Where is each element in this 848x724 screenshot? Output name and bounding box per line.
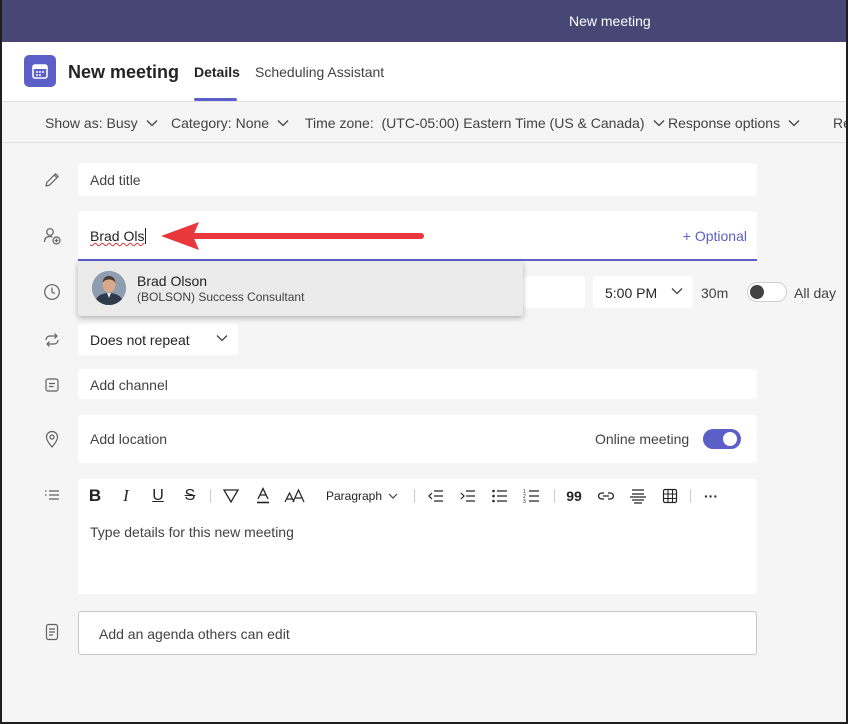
repeat-icon: [42, 330, 62, 350]
online-meeting-toggle[interactable]: [703, 429, 741, 449]
tab-scheduling-assistant[interactable]: Scheduling Assistant: [255, 64, 384, 80]
highlight-icon[interactable]: [221, 485, 241, 507]
agenda-icon: [42, 622, 62, 642]
repeat-dropdown[interactable]: Does not repeat: [78, 324, 238, 355]
annotation-arrow: [161, 222, 424, 250]
title-bar: New meeting: [2, 0, 846, 42]
response-options-dropdown[interactable]: Response options: [668, 115, 800, 131]
end-date-field[interactable]: [523, 276, 585, 308]
truncated-option[interactable]: Re: [833, 115, 846, 131]
avatar: [92, 271, 126, 305]
attendee-suggestion[interactable]: Brad Olson (BOLSON) Success Consultant: [78, 261, 523, 316]
chevron-down-icon: [277, 120, 289, 127]
toolbar-divider: [414, 489, 415, 503]
title-input[interactable]: Add title: [78, 163, 757, 196]
link-icon[interactable]: [596, 485, 616, 507]
editor-toolbar: B I U S Paragraph 1 2 3 99 ···: [78, 479, 757, 513]
bold-button[interactable]: B: [86, 485, 104, 507]
page-title: New meeting: [68, 62, 180, 82]
all-day-toggle[interactable]: [747, 282, 787, 302]
agenda-input[interactable]: Add an agenda others can edit: [78, 611, 757, 655]
underline-button[interactable]: U: [149, 485, 167, 507]
channel-icon: [42, 375, 62, 395]
location-placeholder: Add location: [90, 431, 168, 447]
optional-attendees-link[interactable]: + Optional: [683, 228, 747, 244]
text-caret: [145, 228, 147, 244]
calendar-icon: [24, 55, 56, 87]
font-color-icon[interactable]: [253, 485, 273, 507]
chevron-down-icon: [788, 120, 800, 127]
window-title: New meeting: [569, 13, 651, 29]
attendee-value: Brad Ols: [90, 228, 147, 244]
paragraph-style-label: Paragraph: [325, 489, 383, 503]
meeting-window: New meeting New meeting Details Scheduli…: [0, 0, 848, 724]
duration-label: 30m: [701, 285, 729, 301]
details-placeholder: Type details for this new meeting: [90, 524, 294, 540]
agenda-placeholder: Add an agenda others can edit: [99, 626, 290, 642]
numbered-list-icon[interactable]: 123: [522, 485, 542, 507]
title-placeholder: Add title: [90, 172, 141, 188]
italic-button[interactable]: I: [117, 485, 135, 507]
toggle-knob: [723, 432, 737, 446]
decrease-indent-icon[interactable]: [426, 485, 446, 507]
more-options-button[interactable]: ···: [700, 485, 722, 507]
suggestion-name: Brad Olson: [137, 273, 208, 289]
location-icon: [42, 429, 62, 449]
end-time-dropdown[interactable]: 5:00 PM: [593, 276, 693, 308]
category-label: Category: None: [171, 115, 270, 131]
details-editor[interactable]: B I U S Paragraph 1 2 3 99 ··· Type deta…: [78, 479, 757, 594]
attendee-typed-text: Brad Ols: [90, 228, 145, 244]
chevron-down-icon: [146, 120, 158, 127]
strikethrough-button[interactable]: S: [181, 485, 199, 507]
all-day-label: All day: [794, 285, 837, 301]
paragraph-style-dropdown[interactable]: Paragraph: [324, 485, 400, 507]
details-list-icon: [42, 485, 62, 505]
horizontal-rule-icon[interactable]: [628, 485, 648, 507]
suggestion-subtitle: (BOLSON) Success Consultant: [137, 290, 305, 304]
pencil-icon: [42, 170, 62, 190]
response-options-label: Response options: [668, 115, 781, 131]
tab-details[interactable]: Details: [194, 64, 240, 80]
show-as-label: Show as: Busy: [45, 115, 138, 131]
chevron-down-icon: [216, 335, 228, 342]
repeat-value: Does not repeat: [90, 332, 190, 348]
clock-icon: [42, 282, 62, 302]
toggle-knob: [750, 285, 764, 299]
online-meeting-label: Online meeting: [595, 431, 690, 447]
chevron-down-icon: [671, 288, 683, 295]
svg-text:3: 3: [523, 499, 526, 504]
add-person-icon: [42, 226, 62, 246]
meeting-header: New meeting Details Scheduling Assistant: [2, 42, 846, 101]
chevron-down-icon: [653, 120, 664, 127]
table-icon[interactable]: [660, 485, 680, 507]
end-time-value: 5:00 PM: [605, 285, 658, 301]
channel-placeholder: Add channel: [90, 377, 168, 393]
time-zone-dropdown[interactable]: Time zone: (UTC-05:00) Eastern Time (US …: [305, 115, 665, 131]
quote-button[interactable]: 99: [564, 485, 584, 507]
toolbar-divider: [554, 489, 555, 503]
options-bar: Show as: Busy Category: None Time zone: …: [2, 101, 846, 143]
location-input[interactable]: Add location Online meeting: [78, 415, 757, 463]
time-zone-label: Time zone: (UTC-05:00) Eastern Time (US …: [305, 115, 645, 131]
show-as-dropdown[interactable]: Show as: Busy: [45, 115, 158, 131]
toolbar-divider: [210, 489, 211, 503]
channel-input[interactable]: Add channel: [78, 369, 757, 399]
truncated-option-label: Re: [833, 115, 846, 131]
bulleted-list-icon[interactable]: [490, 485, 510, 507]
increase-indent-icon[interactable]: [458, 485, 478, 507]
category-dropdown[interactable]: Category: None: [171, 115, 289, 131]
toolbar-divider: [690, 489, 691, 503]
font-size-icon[interactable]: [284, 485, 306, 507]
chevron-down-icon: [388, 493, 398, 499]
